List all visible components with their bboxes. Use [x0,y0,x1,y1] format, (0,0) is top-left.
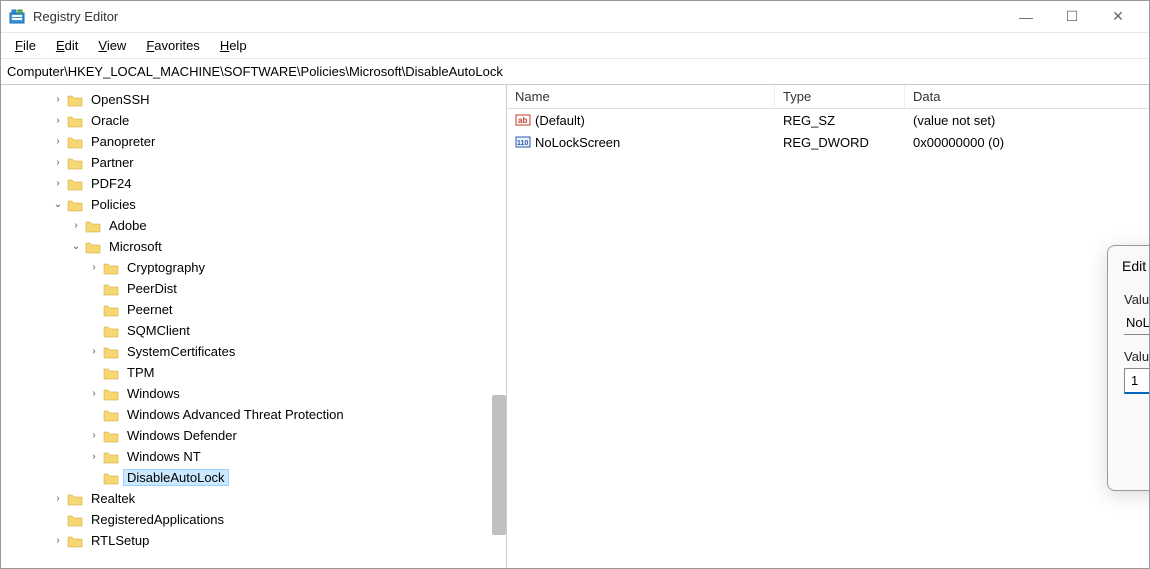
chevron-down-icon[interactable]: ⌄ [69,240,83,254]
tree-item-systemcertificates[interactable]: ›SystemCertificates [87,341,506,362]
tree-item-peernet[interactable]: ›Peernet [87,299,506,320]
menu-view[interactable]: View [88,35,136,56]
menu-file[interactable]: File [5,35,46,56]
value-data-input[interactable] [1124,368,1149,394]
tree-item-pdf24[interactable]: ›PDF24 [51,173,506,194]
tree-item-partner[interactable]: ›Partner [51,152,506,173]
folder-icon [103,324,119,338]
folder-icon [67,114,83,128]
tree-item-sqmclient[interactable]: ›SQMClient [87,320,506,341]
reg-sz-icon: ab [515,112,531,128]
folder-icon [67,135,83,149]
folder-icon [103,387,119,401]
value-data-label: Value data: [1124,349,1149,364]
value-type: REG_SZ [775,111,905,130]
value-name-field[interactable] [1124,311,1149,335]
tree-item-microsoft[interactable]: ⌄Microsoft [69,236,506,257]
folder-icon [103,261,119,275]
minimize-button[interactable]: — [1003,1,1049,33]
chevron-down-icon[interactable]: ⌄ [51,198,65,212]
tree-pane: ›OpenSSH ›Oracle ›Panopreter ›Partner ›P… [1,85,507,568]
value-type: REG_DWORD [775,133,905,152]
address-bar[interactable]: Computer\HKEY_LOCAL_MACHINE\SOFTWARE\Pol… [1,59,1149,85]
svg-text:110: 110 [517,140,528,147]
edit-dword-dialog: Edit DWORD (32-bit) Value ✕ Value name: … [1107,245,1149,491]
tree-item-registeredapps[interactable]: ›RegisteredApplications [51,509,506,530]
tree-item-policies[interactable]: ⌄Policies [51,194,506,215]
tree-item-oracle[interactable]: ›Oracle [51,110,506,131]
folder-icon [103,471,119,485]
window-title: Registry Editor [33,9,1003,24]
folder-icon [85,219,101,233]
menu-favorites[interactable]: Favorites [136,35,209,56]
menu-help[interactable]: Help [210,35,257,56]
folder-icon [67,156,83,170]
tree-item-windowsnt[interactable]: ›Windows NT [87,446,506,467]
list-header: Name Type Data [507,85,1149,109]
folder-icon [67,93,83,107]
tree-item-windowsdefender[interactable]: ›Windows Defender [87,425,506,446]
menu-edit[interactable]: Edit [46,35,88,56]
value-list-pane: Name Type Data ab (Default) REG_SZ (valu… [507,85,1149,568]
tree-item-realtek[interactable]: ›Realtek [51,488,506,509]
folder-icon [103,345,119,359]
titlebar: Registry Editor — ☐ ✕ [1,1,1149,33]
reg-dword-icon: 110 [515,134,531,150]
tree-item-disableautolock[interactable]: ›DisableAutoLock [87,467,506,488]
folder-icon [85,240,101,254]
tree-item-adobe[interactable]: ›Adobe [69,215,506,236]
folder-icon [103,303,119,317]
folder-icon [103,282,119,296]
column-name[interactable]: Name [507,85,775,108]
folder-icon [67,177,83,191]
tree-item-openssh[interactable]: ›OpenSSH [51,89,506,110]
close-button[interactable]: ✕ [1095,1,1141,33]
folder-icon [103,366,119,380]
folder-icon [67,513,83,527]
menu-bar: File Edit View Favorites Help [1,33,1149,59]
content-area: ›OpenSSH ›Oracle ›Panopreter ›Partner ›P… [1,85,1149,568]
value-name: (Default) [535,113,585,128]
folder-icon [67,492,83,506]
tree-item-rtlsetup[interactable]: ›RTLSetup [51,530,506,551]
maximize-button[interactable]: ☐ [1049,1,1095,33]
svg-text:ab: ab [518,116,527,125]
value-name: NoLockScreen [535,135,620,150]
tree-item-peerdist[interactable]: ›PeerDist [87,278,506,299]
tree-item-windows[interactable]: ›Windows [87,383,506,404]
value-data: 0x00000000 (0) [905,133,1149,152]
folder-icon [103,408,119,422]
folder-icon [67,534,83,548]
folder-icon [103,450,119,464]
scrollbar-thumb[interactable] [492,395,506,535]
tree-item-cryptography[interactable]: ›Cryptography [87,257,506,278]
column-data[interactable]: Data [905,85,1149,108]
list-row-default[interactable]: ab (Default) REG_SZ (value not set) [507,109,1149,131]
folder-icon [67,198,83,212]
tree-item-tpm[interactable]: ›TPM [87,362,506,383]
dialog-title: Edit DWORD (32-bit) Value [1122,258,1149,274]
value-data: (value not set) [905,111,1149,130]
folder-icon [103,429,119,443]
tree-item-panopreter[interactable]: ›Panopreter [51,131,506,152]
tree-item-watp[interactable]: ›Windows Advanced Threat Protection [87,404,506,425]
value-name-label: Value name: [1124,292,1149,307]
list-row-nolockscreen[interactable]: 110 NoLockScreen REG_DWORD 0x00000000 (0… [507,131,1149,153]
regedit-icon [9,9,25,25]
column-type[interactable]: Type [775,85,905,108]
